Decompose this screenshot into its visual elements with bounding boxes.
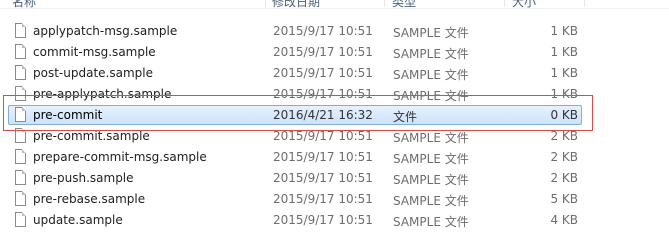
file-name: pre-commit — [33, 108, 103, 122]
file-name: applypatch-msg.sample — [33, 24, 178, 38]
file-row[interactable]: pre-rebase.sample 2015/9/17 10:51 SAMPLE… — [0, 189, 669, 210]
file-icon — [15, 107, 26, 122]
file-icon — [15, 128, 26, 143]
file-date: 2015/9/17 10:51 — [273, 150, 373, 164]
file-type: SAMPLE 文件 — [393, 152, 469, 166]
file-date: 2015/9/17 10:51 — [273, 171, 373, 185]
file-row-selected[interactable]: pre-commit 2016/4/21 16:32 文件 0 KB — [0, 105, 669, 126]
file-icon — [15, 191, 26, 206]
column-header-bar: 名称 修改日期 类型 大小 — [0, 0, 669, 9]
file-type: SAMPLE 文件 — [393, 131, 469, 145]
file-size: 1 KB — [550, 87, 578, 101]
file-date: 2015/9/17 10:51 — [273, 66, 373, 80]
file-icon — [15, 212, 26, 227]
file-type: SAMPLE 文件 — [393, 215, 469, 229]
column-divider[interactable] — [584, 0, 585, 7]
file-row[interactable]: post-update.sample 2015/9/17 10:51 SAMPL… — [0, 63, 669, 84]
file-date: 2015/9/17 10:51 — [273, 192, 373, 206]
file-date: 2015/9/17 10:51 — [273, 24, 373, 38]
column-divider[interactable] — [265, 0, 266, 7]
file-date: 2016/4/21 16:32 — [273, 108, 373, 122]
file-name: post-update.sample — [33, 66, 153, 80]
file-row[interactable]: pre-push.sample 2015/9/17 10:51 SAMPLE 文… — [0, 168, 669, 189]
file-row[interactable]: prepare-commit-msg.sample 2015/9/17 10:5… — [0, 147, 669, 168]
file-size: 2 KB — [550, 129, 578, 143]
file-size: 2 KB — [550, 150, 578, 164]
file-icon — [15, 65, 26, 80]
file-name: commit-msg.sample — [33, 45, 156, 59]
column-header-name[interactable]: 名称 — [12, 0, 36, 10]
file-type: SAMPLE 文件 — [393, 194, 469, 208]
file-icon — [15, 44, 26, 59]
column-header-type[interactable]: 类型 — [392, 0, 416, 10]
file-type: SAMPLE 文件 — [393, 89, 469, 103]
file-size: 1 KB — [550, 24, 578, 38]
column-divider[interactable] — [504, 0, 505, 7]
file-date: 2015/9/17 10:51 — [273, 87, 373, 101]
column-header-size[interactable]: 大小 — [512, 0, 536, 10]
file-icon — [15, 86, 26, 101]
file-name: pre-push.sample — [33, 171, 134, 185]
file-list: applypatch-msg.sample 2015/9/17 10:51 SA… — [0, 21, 669, 231]
file-row[interactable]: applypatch-msg.sample 2015/9/17 10:51 SA… — [0, 21, 669, 42]
file-row[interactable]: commit-msg.sample 2015/9/17 10:51 SAMPLE… — [0, 42, 669, 63]
file-size: 4 KB — [550, 213, 578, 227]
file-explorer: 名称 修改日期 类型 大小 applypatch-msg.sample 2015… — [0, 0, 669, 249]
column-header-date[interactable]: 修改日期 — [272, 0, 320, 10]
file-row[interactable]: pre-applypatch.sample 2015/9/17 10:51 SA… — [0, 84, 669, 105]
file-name: pre-rebase.sample — [33, 192, 146, 206]
file-type: SAMPLE 文件 — [393, 68, 469, 82]
file-type: 文件 — [393, 110, 418, 124]
file-row[interactable]: pre-commit.sample 2015/9/17 10:51 SAMPLE… — [0, 126, 669, 147]
file-date: 2015/9/17 10:51 — [273, 45, 373, 59]
file-size: 0 KB — [550, 108, 578, 122]
file-name: pre-commit.sample — [33, 129, 150, 143]
file-size: 1 KB — [550, 66, 578, 80]
file-name: prepare-commit-msg.sample — [33, 150, 207, 164]
file-icon — [15, 149, 26, 164]
file-type: SAMPLE 文件 — [393, 26, 469, 40]
file-size: 5 KB — [550, 192, 578, 206]
file-icon — [15, 23, 26, 38]
file-date: 2015/9/17 10:51 — [273, 213, 373, 227]
file-name: update.sample — [33, 213, 123, 227]
file-name: pre-applypatch.sample — [33, 87, 172, 101]
file-date: 2015/9/17 10:51 — [273, 129, 373, 143]
file-size: 1 KB — [550, 45, 578, 59]
column-divider[interactable] — [384, 0, 385, 7]
file-type: SAMPLE 文件 — [393, 173, 469, 187]
file-icon — [15, 170, 26, 185]
file-size: 2 KB — [550, 171, 578, 185]
file-row[interactable]: update.sample 2015/9/17 10:51 SAMPLE 文件 … — [0, 210, 669, 231]
file-type: SAMPLE 文件 — [393, 47, 469, 61]
